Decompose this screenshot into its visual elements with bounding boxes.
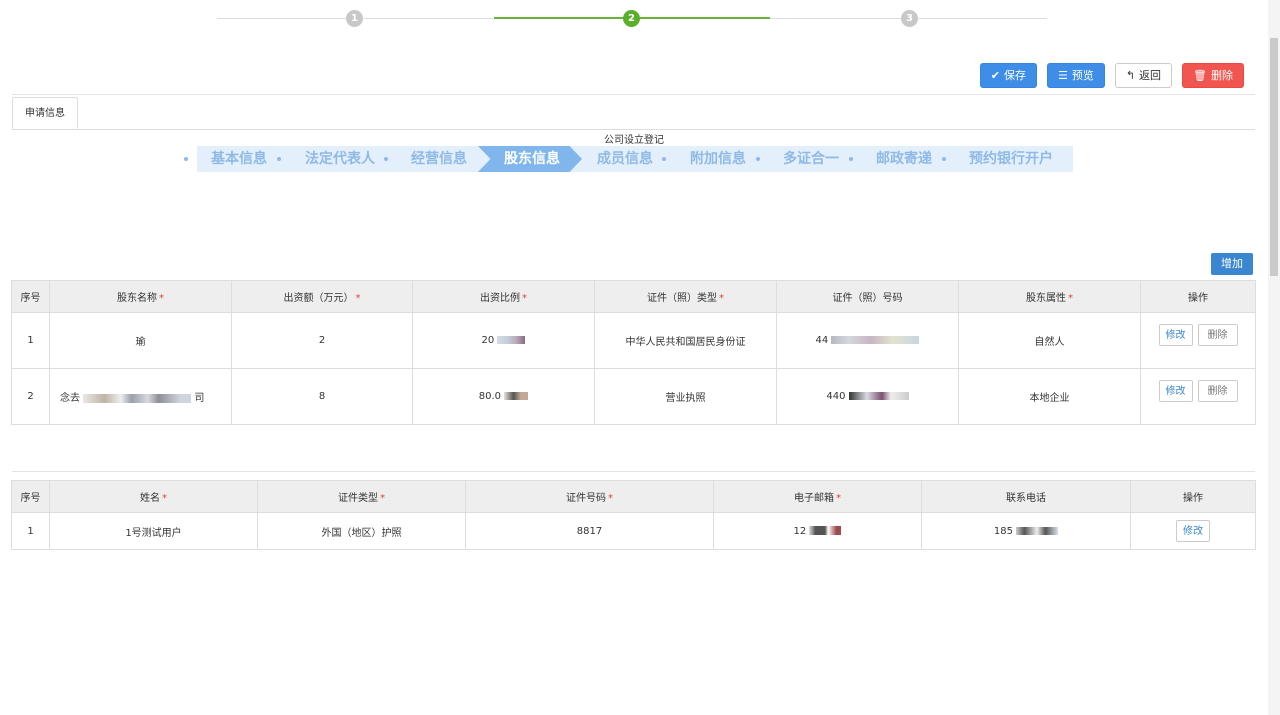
- column-header: 电子邮箱 *: [713, 480, 922, 513]
- remove-button[interactable]: 删除: [1197, 379, 1238, 402]
- redacted-block: [504, 392, 529, 400]
- preview-button[interactable]: ☰ 预览: [1046, 63, 1105, 88]
- substep-dot: [756, 157, 760, 161]
- action-toolbar: ✔ 保存 ☰ 预览 ↰ 返回 🗑 删除: [979, 63, 1244, 88]
- add-shareholder-button[interactable]: 增加: [1211, 253, 1253, 275]
- cell-ops: 修改 删除: [1140, 312, 1256, 369]
- column-header: 操作: [1130, 480, 1256, 513]
- substep-dot: [942, 157, 946, 161]
- redacted-block: [831, 336, 920, 344]
- check-icon: ✔: [990, 69, 1000, 82]
- reply-arrow-icon: ↰: [1125, 69, 1136, 82]
- cell-id-no: 440: [776, 368, 959, 425]
- column-header: 姓名 *: [49, 480, 258, 513]
- section-divider: [12, 471, 1255, 472]
- cell-no: 2: [11, 368, 50, 425]
- toolbar-divider: [12, 94, 1255, 95]
- column-header: 联系电话: [921, 480, 1131, 513]
- redacted-block: [1016, 526, 1059, 535]
- substep-multi-cert[interactable]: 多证合一: [783, 146, 839, 172]
- stepper-line: [770, 18, 908, 19]
- trash-icon: 🗑: [1193, 69, 1207, 82]
- shareholders-table: 序号 股东名称 * 出资额（万元） * 出资比例 * 证件（照）类型 * 证件（照）号码…: [11, 280, 1256, 425]
- table-header-row: 序号 股东名称 * 出资额（万元） * 出资比例 * 证件（照）类型 * 证件（照）号码…: [11, 280, 1256, 313]
- substep-postal[interactable]: 邮政寄递: [876, 146, 932, 172]
- members-table: 序号 姓名 * 证件类型 * 证件号码 * 电子邮箱 * 联系电话 操作 1 1号测试用…: [11, 480, 1256, 550]
- cell-id-type: 营业执照: [594, 368, 777, 425]
- column-header: 证件号码 *: [465, 480, 714, 513]
- substep-legal-rep[interactable]: 法定代表人: [305, 146, 375, 172]
- cell-attr: 本地企业: [958, 368, 1141, 425]
- redacted-block: [809, 526, 842, 535]
- column-header: 证件（照）类型 *: [594, 280, 777, 313]
- cell-ops: 修改 删除: [1140, 368, 1256, 425]
- substep-dot: [662, 157, 666, 161]
- substep-dot: [384, 157, 388, 161]
- substep-dot: [277, 157, 281, 161]
- cell-id-type: 中华人民共和国居民身份证: [594, 312, 777, 369]
- column-header: 出资额（万元） *: [231, 280, 413, 313]
- edit-button[interactable]: 修改: [1158, 379, 1193, 402]
- substep-member-info[interactable]: 成员信息: [597, 146, 653, 172]
- table-header-row: 序号 姓名 * 证件类型 * 证件号码 * 电子邮箱 * 联系电话 操作: [11, 480, 1256, 513]
- redacted-block: [848, 392, 909, 400]
- substep-basic-info[interactable]: 基本信息: [211, 146, 267, 172]
- substep-shareholder-info[interactable]: 股东信息: [504, 146, 560, 172]
- cell-email: 12: [713, 512, 922, 550]
- cell-phone: 185: [921, 512, 1131, 550]
- edit-button[interactable]: 修改: [1176, 520, 1210, 542]
- column-header: 证件类型 *: [257, 480, 466, 513]
- stepper-line: [217, 18, 346, 19]
- cell-no: 1: [11, 312, 50, 369]
- list-icon: ☰: [1057, 69, 1068, 82]
- column-header: 股东名称 *: [49, 280, 232, 313]
- table-row: 1 瑜 2 20 中华人民共和国居民身份证 44 自然人 修改 删除: [11, 312, 1256, 369]
- substep-bank-account[interactable]: 预约银行开户: [969, 146, 1053, 172]
- cell-id-no: 44: [776, 312, 959, 369]
- table-row: 2 念去 司 8 80.0 营业执照 440 本地企业 修改 删除: [11, 368, 1256, 425]
- substep-bar: 基本信息 法定代表人 经营信息 股东信息 成员信息 附加信息 多证合一 邮政寄递…: [197, 146, 1073, 172]
- cell-name: 1号测试用户: [49, 512, 258, 550]
- step-1[interactable]: 1: [346, 10, 363, 27]
- column-header: 序号: [11, 480, 50, 513]
- substep-dot: [184, 157, 188, 161]
- cell-no: 1: [11, 512, 50, 550]
- scrollbar-thumb[interactable]: [1270, 38, 1278, 276]
- column-header: 证件（照）号码: [776, 280, 959, 313]
- column-header: 出资比例 *: [412, 280, 595, 313]
- save-button[interactable]: ✔ 保存: [979, 63, 1037, 88]
- cell-id-no: 8817: [465, 512, 714, 550]
- tab-bar: 申请信息: [12, 97, 1255, 130]
- cell-name: 瑜: [49, 312, 232, 369]
- tab-application-info[interactable]: 申请信息: [12, 97, 78, 129]
- form-title: 公司设立登记: [604, 135, 664, 146]
- vertical-scrollbar[interactable]: [1268, 0, 1280, 715]
- cell-amount: 8: [231, 368, 413, 425]
- stepper-line: [918, 18, 1047, 19]
- stepper-line: [364, 18, 493, 19]
- cell-ratio: 20: [412, 312, 595, 369]
- remove-button[interactable]: 删除: [1197, 323, 1238, 346]
- delete-button[interactable]: 🗑 删除: [1182, 63, 1244, 88]
- substep-business-info[interactable]: 经营信息: [411, 146, 467, 172]
- column-header: 操作: [1140, 280, 1256, 313]
- cell-id-type: 外国（地区）护照: [257, 512, 466, 550]
- cell-ratio: 80.0: [412, 368, 595, 425]
- redacted-block: [497, 336, 526, 344]
- cell-name: 念去 司: [49, 368, 232, 425]
- substep-additional-info[interactable]: 附加信息: [690, 146, 746, 172]
- cell-amount: 2: [231, 312, 413, 369]
- column-header: 股东属性 *: [958, 280, 1141, 313]
- step-2-current[interactable]: 2: [623, 10, 640, 27]
- back-button[interactable]: ↰ 返回: [1114, 63, 1173, 88]
- cell-ops: 修改: [1130, 512, 1256, 550]
- column-header: 序号: [11, 280, 50, 313]
- cell-attr: 自然人: [958, 312, 1141, 369]
- table-row: 1 1号测试用户 外国（地区）护照 8817 12 185 修改: [11, 512, 1256, 550]
- step-3[interactable]: 3: [901, 10, 918, 27]
- redacted-block: [83, 393, 192, 403]
- edit-button[interactable]: 修改: [1158, 323, 1193, 346]
- wizard-stepper: 1 2 3: [217, 9, 1047, 29]
- substep-dot: [849, 157, 853, 161]
